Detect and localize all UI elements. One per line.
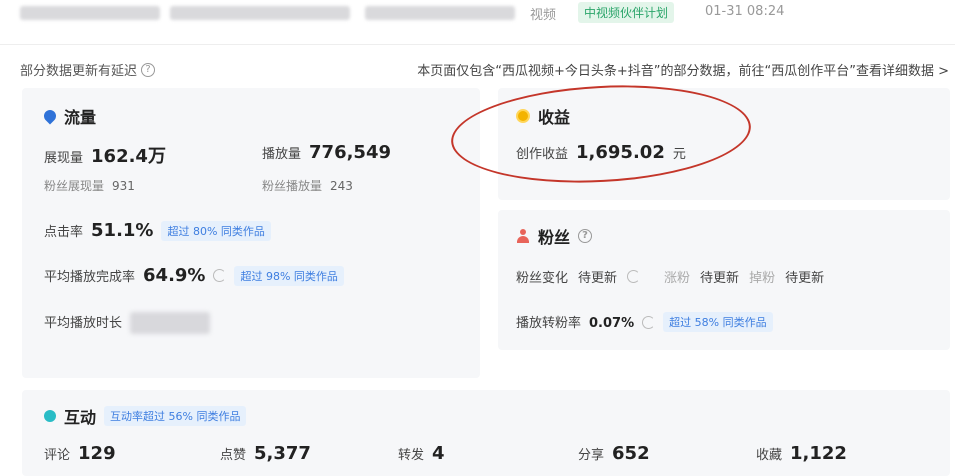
- fans-loss-value: 待更新: [785, 271, 825, 286]
- click-rate: 点击率 51.1% 超过 80% 同类作品: [44, 220, 271, 241]
- fan-impressions: 粉丝展现量 931: [44, 177, 135, 194]
- shares-value: 652: [612, 443, 650, 464]
- interaction-badge: 互动率超过 56% 同类作品: [104, 406, 247, 426]
- impressions-value: 162.4万: [91, 146, 166, 167]
- blurred-title: [20, 6, 160, 20]
- timestamp: 01-31 08:24: [705, 4, 785, 19]
- likes: 点赞 5,377: [220, 443, 311, 464]
- blurred-title: [170, 6, 350, 20]
- impressions-label: 展现量: [44, 151, 84, 166]
- fans-gain-value: 待更新: [700, 271, 740, 286]
- plays-value: 776,549: [309, 142, 391, 163]
- shares-label: 分享: [578, 448, 605, 463]
- reposts-label: 转发: [398, 448, 425, 463]
- refresh-icon[interactable]: [627, 270, 641, 283]
- refresh-icon[interactable]: [642, 315, 656, 329]
- fan-impressions-value: 931: [112, 179, 135, 193]
- comments: 评论 129: [44, 443, 116, 464]
- interaction-title: 互动 互动率超过 56% 同类作品: [44, 404, 247, 428]
- blurred-value: [130, 312, 211, 334]
- refresh-icon[interactable]: [213, 269, 227, 282]
- plan-tag: 中视频伙伴计划: [578, 2, 675, 23]
- plays: 播放量 776,549: [262, 142, 391, 163]
- platform-link-text[interactable]: 本页面仅包含“西瓜视频+今日头条+抖音”的部分数据，前往“西瓜创作平台”查看详细…: [417, 60, 949, 79]
- fan-plays-value: 243: [330, 179, 353, 193]
- reposts-value: 4: [432, 443, 445, 464]
- fans-title: 粉丝 ?: [516, 224, 593, 248]
- blurred-title: [365, 6, 515, 20]
- avg-duration: 平均播放时长: [44, 312, 211, 334]
- fans-conversion: 播放转粉率 0.07% 超过 58% 同类作品: [516, 312, 773, 332]
- favorites-label: 收藏: [756, 448, 783, 463]
- fans-conversion-label: 播放转粉率: [516, 316, 582, 331]
- help-icon[interactable]: ?: [141, 62, 156, 77]
- fans-change-label: 粉丝变化: [516, 271, 569, 286]
- help-icon[interactable]: ?: [578, 229, 593, 243]
- likes-label: 点赞: [220, 448, 247, 463]
- fan-plays-label: 粉丝播放量: [262, 179, 323, 193]
- delay-notice-text: 部分数据更新有延迟: [20, 64, 138, 79]
- fans-loss-label: 掉粉: [749, 271, 776, 286]
- avg-duration-label: 平均播放时长: [44, 316, 123, 331]
- click-rate-value: 51.1%: [91, 220, 154, 241]
- dot-icon: [44, 410, 56, 422]
- click-rate-label: 点击率: [44, 225, 84, 240]
- click-rate-badge: 超过 80% 同类作品: [161, 220, 271, 241]
- favorites: 收藏 1,122: [756, 443, 847, 464]
- fans-title-text: 粉丝: [538, 228, 571, 247]
- impressions: 展现量 162.4万: [44, 142, 166, 168]
- traffic-title-text: 流量: [64, 108, 97, 127]
- completion-rate-label: 平均播放完成率: [44, 270, 136, 285]
- video-tag: 视频: [530, 8, 557, 23]
- comments-value: 129: [78, 443, 116, 464]
- delay-notice: 部分数据更新有延迟 ?: [20, 60, 156, 79]
- fan-impressions-label: 粉丝展现量: [44, 179, 105, 193]
- platform-link[interactable]: 本页面仅包含“西瓜视频+今日头条+抖音”的部分数据，前往“西瓜创作平台”查看详细…: [417, 60, 949, 79]
- interaction-title-text: 互动: [64, 408, 97, 427]
- comments-label: 评论: [44, 448, 71, 463]
- fans-conversion-badge: 超过 58% 同类作品: [663, 312, 773, 332]
- person-icon: [516, 229, 530, 243]
- traffic-title: 流量: [41, 104, 97, 128]
- shares: 分享 652: [578, 443, 650, 464]
- fans-conversion-value: 0.07%: [589, 316, 635, 331]
- top-bar: 视频 中视频伙伴计划 01-31 08:24: [0, 0, 955, 32]
- drop-icon: [41, 107, 59, 125]
- fans-change-row: 粉丝变化 待更新 涨粉 待更新 掉粉 待更新: [516, 267, 824, 286]
- divider: [0, 44, 955, 45]
- plays-label: 播放量: [262, 147, 302, 162]
- completion-rate-value: 64.9%: [143, 265, 206, 286]
- completion-rate: 平均播放完成率 64.9% 超过 98% 同类作品: [44, 265, 344, 286]
- fan-plays: 粉丝播放量 243: [262, 177, 353, 194]
- likes-value: 5,377: [254, 443, 311, 464]
- completion-rate-badge: 超过 98% 同类作品: [234, 265, 344, 286]
- fans-gain-label: 涨粉: [664, 271, 691, 286]
- fans-change-value: 待更新: [578, 271, 618, 286]
- favorites-value: 1,122: [790, 443, 847, 464]
- reposts: 转发 4: [398, 443, 445, 464]
